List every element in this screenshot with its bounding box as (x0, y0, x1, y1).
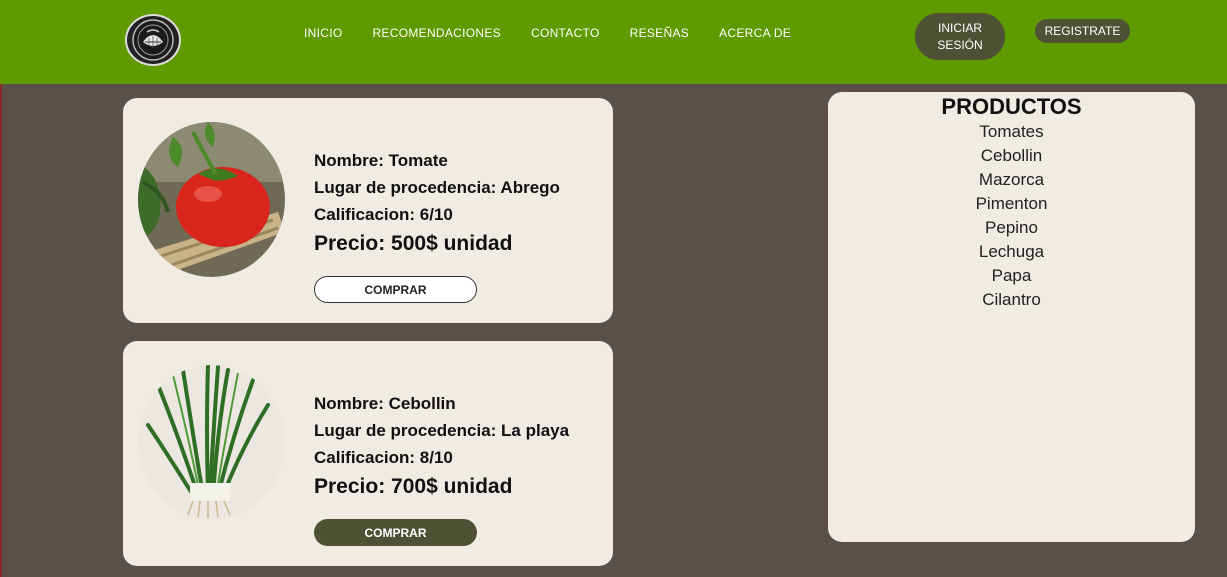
buy-button[interactable]: COMPRAR (314, 519, 477, 546)
sidebar-item-tomates[interactable]: Tomates (828, 120, 1195, 144)
nav-link-resenas[interactable]: RESEÑAS (630, 26, 689, 40)
page-edge (0, 0, 2, 577)
nav-link-contacto[interactable]: CONTACTO (531, 26, 600, 40)
product-origin: Lugar de procedencia: Abrego (314, 178, 560, 197)
buy-button[interactable]: COMPRAR (314, 276, 477, 303)
sidebar-item-pimenton[interactable]: Pimenton (828, 192, 1195, 216)
nav-link-acerca-de[interactable]: ACERCA DE (719, 26, 791, 40)
sidebar-item-pepino[interactable]: Pepino (828, 216, 1195, 240)
sidebar-title: PRODUCTOS (941, 94, 1082, 119)
sidebar-item-mazorca[interactable]: Mazorca (828, 168, 1195, 192)
login-button[interactable]: INICIAR SESIÓN (915, 13, 1005, 60)
sidebar-item-lechuga[interactable]: Lechuga (828, 240, 1195, 264)
sidebar-item-cilantro[interactable]: Cilantro (828, 288, 1195, 312)
spring-onion-image (138, 365, 285, 520)
product-price: Precio: 500$ unidad (314, 232, 513, 255)
tomato-image (138, 122, 285, 277)
sidebar-item-papa[interactable]: Papa (828, 264, 1195, 288)
logo-icon[interactable] (125, 14, 181, 66)
product-rating: Calificacion: 8/10 (314, 448, 453, 467)
top-navbar: INICIO RECOMENDACIONES CONTACTO RESEÑAS … (0, 0, 1227, 84)
product-card-tomate: Nombre: Tomate Lugar de procedencia: Abr… (123, 98, 613, 323)
sidebar-item-cebollin[interactable]: Cebollin (828, 144, 1195, 168)
nav-link-recomendaciones[interactable]: RECOMENDACIONES (372, 26, 501, 40)
product-rating: Calificacion: 6/10 (314, 205, 453, 224)
nav-link-inicio[interactable]: INICIO (304, 26, 342, 40)
product-info: Nombre: Cebollin Lugar de procedencia: L… (314, 393, 569, 499)
product-name: Nombre: Cebollin (314, 394, 456, 413)
product-price: Precio: 700$ unidad (314, 475, 513, 498)
main-menu: INICIO RECOMENDACIONES CONTACTO RESEÑAS … (304, 26, 791, 40)
products-sidebar: PRODUCTOS Tomates Cebollin Mazorca Pimen… (828, 92, 1195, 542)
product-origin: Lugar de procedencia: La playa (314, 421, 570, 440)
product-list: Tomates Cebollin Mazorca Pimenton Pepino… (828, 120, 1195, 312)
product-name: Nombre: Tomate (314, 151, 448, 170)
product-info: Nombre: Tomate Lugar de procedencia: Abr… (314, 150, 560, 256)
product-card-cebollin: Nombre: Cebollin Lugar de procedencia: L… (123, 341, 613, 566)
register-button[interactable]: REGISTRATE (1035, 19, 1130, 43)
